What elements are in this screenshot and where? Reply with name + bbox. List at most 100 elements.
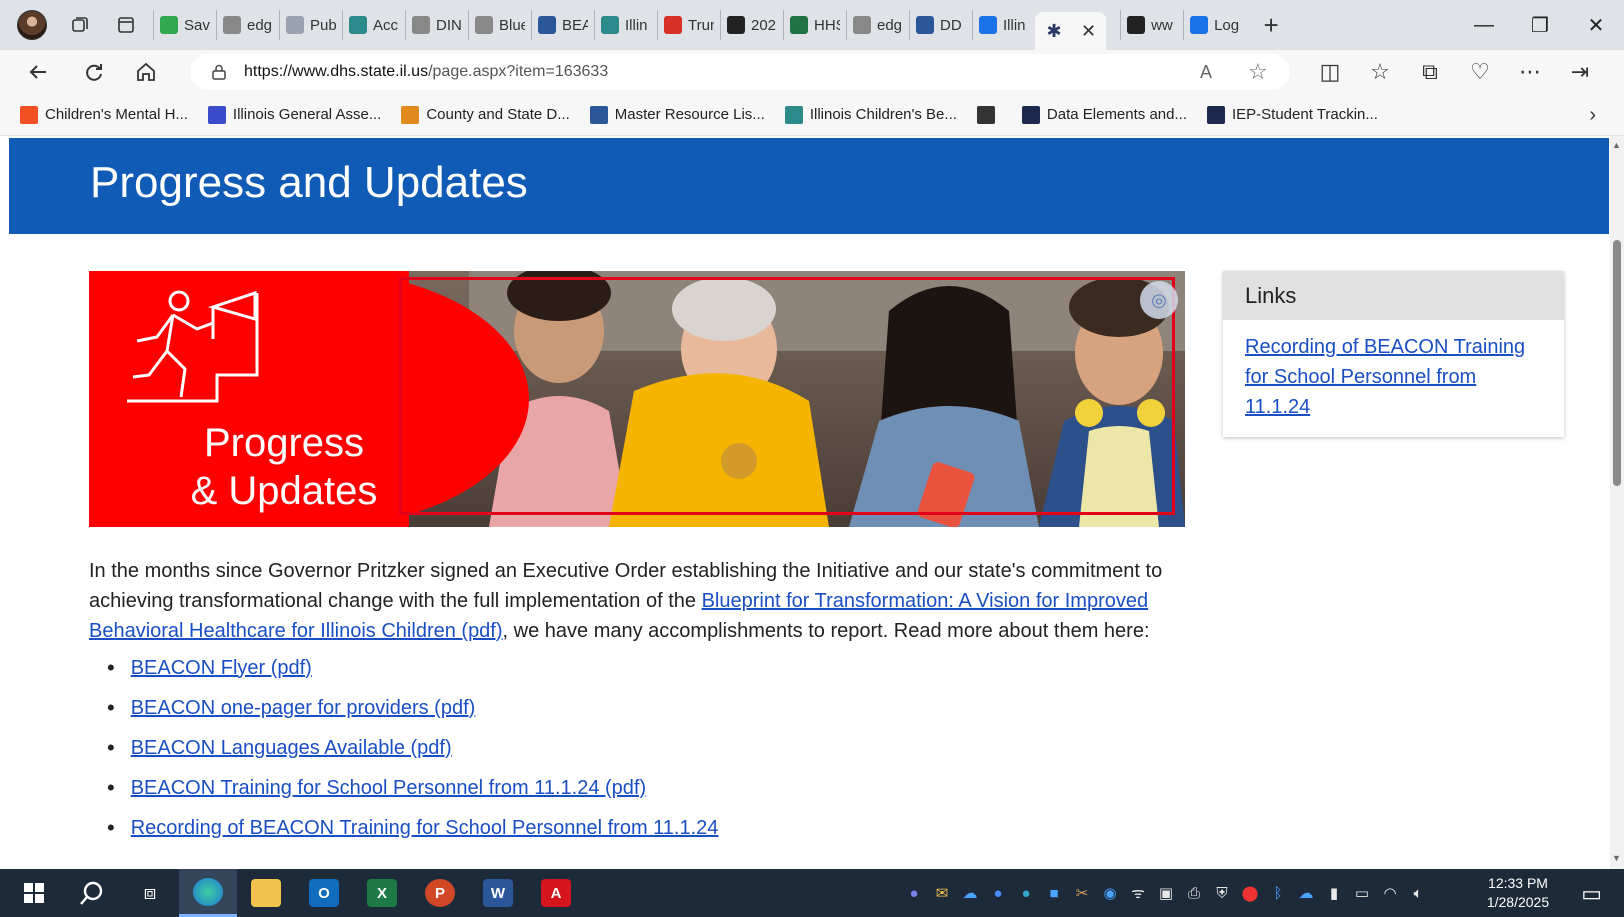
resource-link[interactable]: BEACON Flyer (pdf) — [131, 657, 312, 680]
sync-icon[interactable]: ◉ — [1096, 869, 1124, 917]
zoom-icon[interactable]: ● — [984, 869, 1012, 917]
tab-3[interactable]: Acc — [342, 10, 405, 40]
favorite-label: IEP-Student Trackin... — [1231, 106, 1378, 123]
favorite-5[interactable] — [976, 105, 1002, 124]
resource-link[interactable]: BEACON one-pager for providers (pdf) — [131, 697, 476, 720]
favorite-7[interactable]: IEP-Student Trackin... — [1206, 105, 1378, 124]
taskbar-word[interactable]: W — [469, 869, 527, 917]
favorite-1[interactable]: Illinois General Asse... — [207, 105, 381, 124]
wireless-icon[interactable]: ᯤ — [1124, 869, 1152, 917]
onedrive-icon[interactable]: ☁ — [956, 869, 984, 917]
active-tab[interactable]: ✱ ✕ — [1035, 12, 1107, 50]
browser-essentials-icon[interactable]: ♡ — [1455, 52, 1505, 92]
new-tab-button[interactable]: + — [1258, 10, 1284, 41]
close-window-button[interactable]: ✕ — [1568, 0, 1624, 50]
favorite-4[interactable]: Illinois Children's Be... — [784, 105, 957, 124]
usb-icon[interactable]: ▮ — [1320, 869, 1348, 917]
resource-link[interactable]: BEACON Training for School Personnel fro… — [131, 777, 646, 800]
tab-8[interactable]: Trun — [657, 10, 720, 40]
tab-4[interactable]: DIN — [405, 10, 468, 40]
tab-5[interactable]: Blue — [468, 10, 531, 40]
favorite-star-icon[interactable]: ☆ — [1248, 59, 1268, 85]
restore-button[interactable]: ❐ — [1512, 0, 1568, 50]
tab-2[interactable]: Pub — [279, 10, 342, 40]
tab-12[interactable]: DD — [909, 10, 972, 40]
resource-link[interactable]: BEACON Languages Available (pdf) — [131, 737, 452, 760]
profile-avatar[interactable] — [17, 10, 47, 40]
favorite-6[interactable]: Data Elements and... — [1021, 105, 1187, 124]
notifications-icon[interactable]: ▭ — [1581, 881, 1602, 907]
mail-icon[interactable]: ✉ — [928, 869, 956, 917]
toolbar-right: ◫ ☆ ⧉ ♡ ⋯ ⇥ — [1305, 50, 1605, 94]
scrollbar-thumb[interactable] — [1613, 240, 1621, 486]
tab-label: DD — [940, 16, 962, 34]
tab-0[interactable]: Sav — [153, 10, 216, 40]
stop-icon[interactable]: ⬤ — [1236, 869, 1264, 917]
search-button[interactable] — [63, 869, 121, 917]
back-button[interactable] — [18, 52, 58, 92]
snip-icon[interactable]: ✂ — [1068, 869, 1096, 917]
taskbar-excel[interactable]: X — [353, 869, 411, 917]
after-tab-1[interactable]: Log — [1183, 10, 1246, 40]
taskbar-file-explorer[interactable] — [237, 869, 295, 917]
tab-10[interactable]: HHS — [783, 10, 846, 40]
scroll-up-icon[interactable]: ▲ — [1612, 140, 1621, 150]
task-view-button[interactable]: ⧈ — [121, 869, 179, 917]
security-icon[interactable]: ⛨ — [1208, 869, 1236, 917]
webex-icon[interactable]: ● — [1012, 869, 1040, 917]
sidebar-toggle-icon[interactable]: ⇥ — [1555, 52, 1605, 92]
printer-icon[interactable]: ⎙ — [1180, 869, 1208, 917]
page-scrollbar[interactable]: ▲ ▼ — [1610, 136, 1624, 869]
taskbar-outlook[interactable]: O — [295, 869, 353, 917]
start-button[interactable] — [5, 869, 63, 917]
tab-label: Log — [1214, 16, 1240, 34]
read-aloud-icon[interactable]: A — [1200, 62, 1212, 83]
tab-13[interactable]: Illin — [972, 10, 1035, 40]
visual-search-icon[interactable]: ◎ — [1140, 281, 1178, 319]
onedrive-sync-icon[interactable]: ☁ — [1292, 869, 1320, 917]
favorite-2[interactable]: County and State D... — [401, 105, 570, 124]
favorite-label: Master Resource Lis... — [614, 106, 765, 123]
tab-11[interactable]: edg — [846, 10, 909, 40]
tab-actions-icon[interactable] — [113, 12, 139, 38]
tab-1[interactable]: edg — [216, 10, 279, 40]
tab-7[interactable]: Illin — [594, 10, 657, 40]
url-text[interactable]: https://www.dhs.state.il.us/page.aspx?it… — [244, 63, 608, 81]
taskbar-edge[interactable] — [179, 869, 237, 917]
beacon-training-recording-link[interactable]: Recording of BEACON Training for School … — [1245, 332, 1542, 422]
more-options-icon[interactable]: ⋯ — [1505, 52, 1555, 92]
bluetooth-icon[interactable]: ᛒ — [1264, 869, 1292, 917]
favorites-overflow-icon[interactable]: › — [1589, 104, 1596, 127]
wifi-icon[interactable]: ◠ — [1376, 869, 1404, 917]
taskbar-acrobat[interactable]: A — [527, 869, 585, 917]
tab-6[interactable]: BEA — [531, 10, 594, 40]
lock-icon[interactable] — [210, 63, 228, 81]
workspaces-icon[interactable] — [67, 12, 93, 38]
scroll-down-icon[interactable]: ▼ — [1612, 853, 1621, 863]
battery-icon[interactable]: ▭ — [1348, 869, 1376, 917]
outlook-tray-icon[interactable]: ■ — [1040, 869, 1068, 917]
vpn-icon[interactable]: ▣ — [1152, 869, 1180, 917]
close-tab-icon[interactable]: ✕ — [1081, 21, 1096, 42]
list-item: BEACON one-pager for providers (pdf) — [89, 688, 1189, 728]
address-bar[interactable]: https://www.dhs.state.il.us/page.aspx?it… — [190, 54, 1290, 90]
favorite-label: Children's Mental H... — [45, 106, 188, 123]
tab-9[interactable]: 202 — [720, 10, 783, 40]
favorite-3[interactable]: Master Resource Lis... — [589, 105, 765, 124]
taskbar-powerpoint[interactable]: P — [411, 869, 469, 917]
home-button[interactable] — [126, 52, 166, 92]
system-clock[interactable]: 12:33 PM 1/28/2025 — [1478, 874, 1558, 912]
split-screen-icon[interactable]: ◫ — [1305, 52, 1355, 92]
favorite-0[interactable]: Children's Mental H... — [20, 105, 188, 124]
after-tab-0[interactable]: ww — [1120, 10, 1183, 40]
globe-icon — [601, 16, 619, 34]
browser-tab-bar: Sav edg Pub Acc DIN Blue BEA Illin Trun 202 HHS edg… — [0, 0, 1624, 50]
volume-icon[interactable]: 🔈︎ — [1404, 869, 1432, 917]
favorites-icon[interactable]: ☆ — [1355, 52, 1405, 92]
minimize-button[interactable]: — — [1456, 0, 1512, 50]
back-arrow-icon — [29, 65, 46, 79]
collections-icon[interactable]: ⧉ — [1405, 52, 1455, 92]
resource-link[interactable]: Recording of BEACON Training for School … — [131, 817, 719, 840]
refresh-button[interactable] — [74, 52, 114, 92]
teams-icon[interactable]: ● — [900, 869, 928, 917]
